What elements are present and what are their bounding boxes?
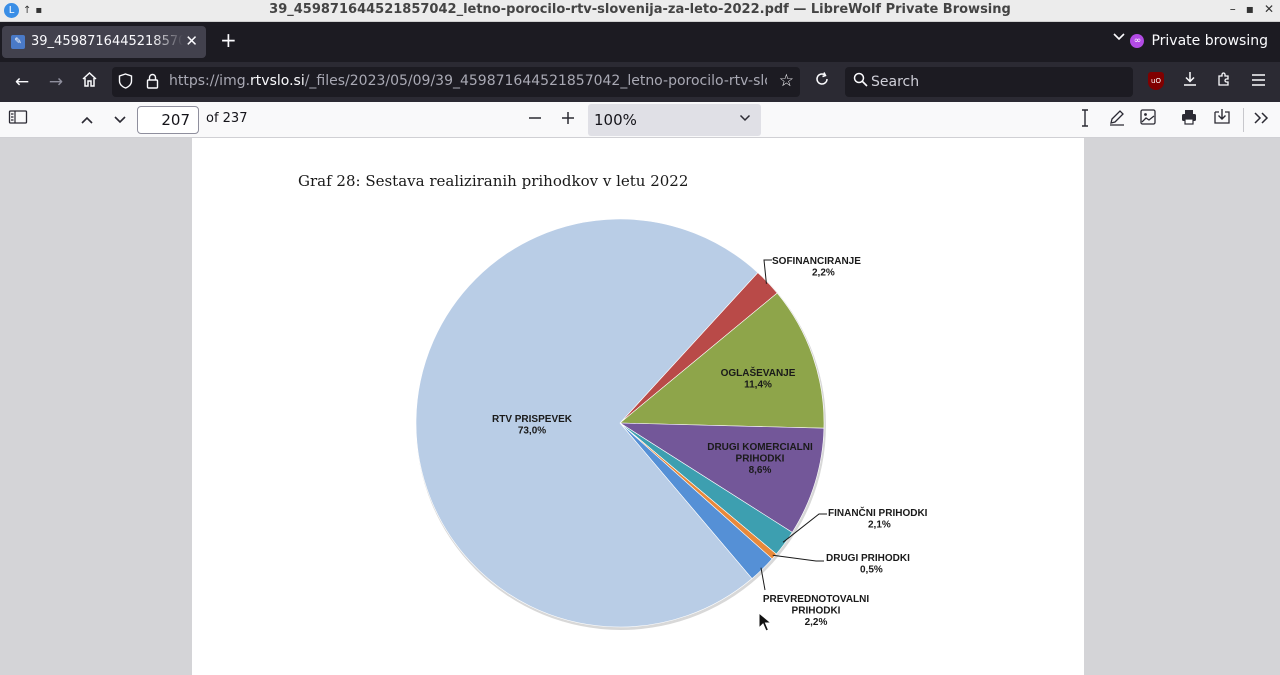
window-controls: – ▪ ✕ [1230, 2, 1274, 16]
double-chevron-right-icon [1254, 112, 1269, 124]
url-bar[interactable]: https://img.rtvslo.si/_files/2023/05/09/… [112, 67, 800, 97]
printer-icon [1182, 110, 1196, 125]
slice-value-sofinanciranje: 2,2% [812, 268, 835, 279]
mouse-cursor-icon [758, 612, 772, 632]
plus-icon [562, 112, 574, 124]
leader-line-drugi-prihodki [772, 554, 824, 562]
url-prefix: https://img. [169, 73, 251, 89]
maximize-button[interactable]: ▪ [1246, 2, 1254, 16]
pie-chart: SOFINANCIRANJE2,2%OGLAŠEVANJE11,4%DRUGI … [415, 218, 928, 630]
lock-icon[interactable] [146, 73, 159, 93]
new-tab-button[interactable]: + [220, 28, 237, 52]
pdf-page-207: Graf 28: Sestava realiziranih prihodkov … [192, 138, 1084, 675]
search-icon [853, 72, 868, 91]
next-page-button[interactable] [108, 108, 132, 132]
add-image-button[interactable] [1136, 108, 1160, 132]
slice-value-drugi-komercialni-prihodki: 8,6% [749, 465, 772, 476]
minus-icon [529, 117, 541, 119]
url-text[interactable]: https://img.rtvslo.si/_files/2023/05/09/… [169, 73, 767, 89]
slice-label-finan-ni-prihodki: FINANČNI PRIHODKI [828, 506, 928, 519]
pdf-viewer-toolbar: of 237 100% [0, 102, 1280, 138]
slice-label-drugi-prihodki: DRUGI PRIHODKI [826, 553, 910, 564]
print-button[interactable] [1177, 108, 1201, 132]
save-document-button[interactable] [1210, 108, 1234, 132]
pdf-viewer-area[interactable]: Graf 28: Sestava realiziranih prihodkov … [0, 138, 1280, 675]
back-button[interactable]: ← [10, 71, 34, 93]
tools-menu-button[interactable] [1249, 108, 1273, 132]
chevron-down-icon [114, 116, 126, 124]
navigation-toolbar: ← → https://img.rtvslo.si/_files/2023/05… [0, 62, 1280, 102]
tab-pdf-document[interactable]: ✎ 39_459871644521857042_letno ✕ [2, 26, 206, 58]
zoom-out-button[interactable] [523, 108, 547, 132]
tracking-protection-shield-icon[interactable] [118, 73, 133, 93]
private-mask-icon: ∞ [1130, 34, 1145, 48]
reload-icon [816, 72, 828, 85]
private-browsing-indicator: ∞ Private browsing [1130, 33, 1268, 49]
hamburger-menu-icon [1251, 74, 1265, 86]
previous-page-button[interactable] [75, 108, 99, 132]
slice-label-sofinanciranje: SOFINANCIRANJE [772, 256, 861, 267]
extensions-button[interactable] [1212, 71, 1236, 93]
home-button[interactable] [77, 71, 101, 94]
slice-label-drugi-komercialni-prihodki: PRIHODKI [736, 454, 785, 465]
slice-value-finan-ni-prihodki: 2,1% [868, 520, 891, 531]
slice-value-ogla-evanje: 11,4% [744, 380, 772, 391]
minimize-button[interactable]: – [1230, 2, 1236, 16]
close-tab-icon[interactable]: ✕ [185, 32, 198, 50]
reload-button[interactable] [810, 71, 834, 93]
slice-label-prevrednotovalni-prihodki: PREVREDNOTOVALNI [763, 594, 870, 605]
zoom-select[interactable]: 100% [588, 104, 761, 136]
url-path: /_files/2023/05/09/39_459871644521857042… [304, 73, 767, 89]
tab-label: 39_459871644521857042_letno [31, 34, 183, 49]
page-count-label: of 237 [206, 111, 248, 126]
tab-strip: ✎ 39_459871644521857042_letno ✕ + ∞ Priv… [0, 22, 1280, 62]
window-title: 39_459871644521857042_letno-porocilo-rtv… [269, 2, 1011, 17]
chevron-up-icon [81, 116, 93, 124]
draw-tool-button[interactable] [1105, 108, 1129, 132]
slice-value-prevrednotovalni-prihodki: 2,2% [805, 617, 828, 628]
download-icon [1184, 72, 1196, 86]
private-browsing-label: Private browsing [1151, 33, 1268, 49]
window-title-bar: L ↑ ▪ 39_459871644521857042_letno-poroci… [0, 0, 1280, 22]
page-number-input[interactable] [137, 106, 199, 134]
zoom-value: 100% [594, 111, 637, 129]
text-cursor-icon [1082, 109, 1088, 127]
ublock-origin-icon[interactable]: uO [1148, 72, 1164, 90]
close-window-button[interactable]: ✕ [1264, 2, 1274, 16]
list-all-tabs-button[interactable] [1112, 30, 1126, 46]
chevron-down-icon [1113, 33, 1125, 41]
sidebar-icon [8, 110, 28, 124]
home-icon [81, 71, 97, 87]
forward-button[interactable]: → [44, 71, 68, 93]
text-select-tool-button[interactable] [1073, 108, 1097, 132]
downloads-button[interactable] [1178, 71, 1202, 93]
puzzle-piece-icon [1218, 72, 1229, 86]
slice-value-rtv-prispevek: 73,0% [518, 426, 546, 437]
save-download-icon [1214, 109, 1230, 124]
toggle-sidebar-button[interactable] [6, 108, 30, 132]
image-icon [1140, 109, 1156, 125]
bookmark-star-icon[interactable]: ☆ [779, 71, 794, 91]
slice-label-prevrednotovalni-prihodki: PRIHODKI [792, 606, 841, 617]
search-bar[interactable] [845, 67, 1133, 97]
app-menu-button[interactable] [1246, 71, 1270, 93]
slice-label-drugi-komercialni-prihodki: DRUGI KOMERCIALNI [707, 442, 813, 453]
pencil-icon [1110, 110, 1124, 126]
url-domain: rtvslo.si [250, 73, 305, 89]
slice-label-ogla-evanje: OGLAŠEVANJE [721, 366, 796, 379]
zoom-in-button[interactable] [556, 108, 580, 132]
slice-label-rtv-prispevek: RTV PRISPEVEK [492, 414, 573, 425]
toolbar-separator [1243, 108, 1244, 132]
pdf-favicon-icon: ✎ [11, 35, 25, 49]
chevron-down-icon [739, 111, 751, 125]
slice-value-drugi-prihodki: 0,5% [860, 565, 883, 576]
search-input[interactable] [871, 67, 1126, 97]
